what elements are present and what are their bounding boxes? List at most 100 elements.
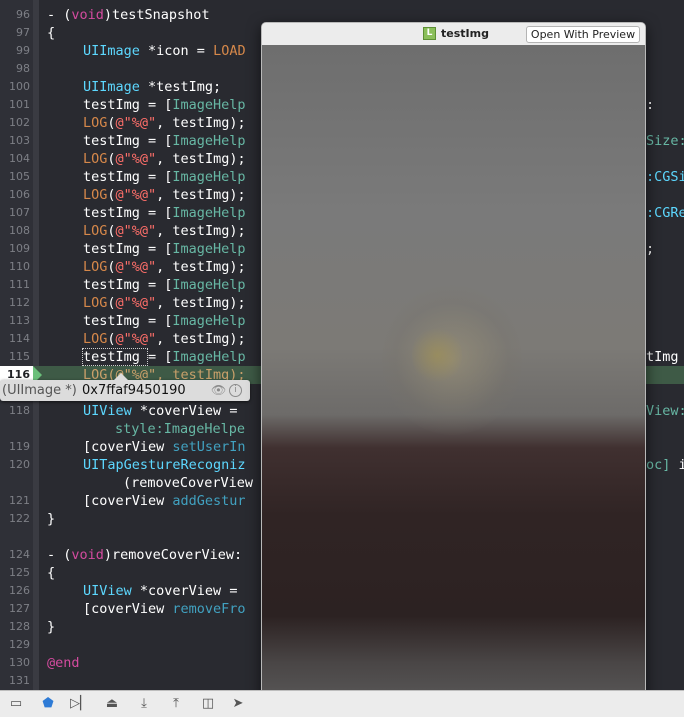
- quick-look-popover[interactable]: L testImg Open With Preview: [261, 22, 646, 716]
- macro-token: LOG: [83, 115, 108, 131]
- code-fragment: :CGSi: [646, 168, 684, 186]
- code-line-coverview-decl[interactable]: UIView *coverView =: [83, 402, 246, 420]
- quick-look-eye-icon[interactable]: 👁: [211, 380, 226, 401]
- code-line-log[interactable]: LOG(@"%@", testImg);: [83, 294, 246, 312]
- code-token: )testSnapshot: [103, 7, 210, 23]
- image-preview: [262, 45, 645, 715]
- code-token: testImg = [: [83, 169, 173, 185]
- debug-toolbar: ▭ ⬟ ▷▏ ⏏ ⤓ ⤒ ◫ ➤: [0, 690, 684, 717]
- code-line-gesture-decl[interactable]: UITapGestureRecogniz: [83, 456, 246, 474]
- code-line-assign[interactable]: testImg = [ImageHelp: [83, 168, 246, 186]
- hide-debug-area-icon[interactable]: ▭: [6, 694, 26, 714]
- code-line-removefrom[interactable]: [coverView removeFro: [83, 600, 246, 618]
- code-line-coverview-decl[interactable]: UIView *coverView =: [83, 582, 246, 600]
- code-line-assign[interactable]: testImg = [ImageHelp: [83, 240, 246, 258]
- step-over-icon[interactable]: ⏏: [102, 694, 122, 714]
- class-token: ImageHelp: [172, 241, 246, 257]
- code-fragment: View:: [646, 403, 684, 419]
- code-token: *coverView =: [131, 583, 246, 599]
- breakpoints-toggle-icon[interactable]: ⬟: [38, 694, 58, 714]
- code-token: - (: [47, 547, 72, 563]
- macro-token: LOG: [83, 223, 108, 239]
- gutter-ribbon: [33, 0, 39, 690]
- code-line-brace[interactable]: }: [47, 510, 55, 528]
- code-fragment: :: [646, 97, 655, 113]
- code-line-brace[interactable]: {: [47, 24, 55, 42]
- macro-token: LOG: [83, 151, 108, 167]
- macro-token: LOG: [83, 295, 108, 311]
- type-token: UIView: [83, 403, 132, 419]
- line-number: 122: [9, 512, 30, 525]
- line-number: 96: [16, 8, 30, 21]
- step-into-icon[interactable]: ⤓: [134, 694, 154, 714]
- code-line-selector-arg[interactable]: (removeCoverView: [123, 474, 253, 492]
- variable-datatip[interactable]: (UIImage *) 0x7ffaf9450190 👁 i: [0, 373, 250, 401]
- code-line-assign-hovered[interactable]: testImg = [ImageHelp: [83, 348, 246, 366]
- hovered-variable[interactable]: testImg: [83, 349, 140, 365]
- code-fragment: oc] i: [646, 456, 684, 474]
- code-line-assign[interactable]: testImg = [ImageHelp: [83, 312, 246, 330]
- line-number: 97: [16, 26, 30, 39]
- code-line-icon-decl[interactable]: UIImage *icon = LOAD: [83, 42, 246, 60]
- code-token: [coverView: [83, 439, 173, 455]
- info-icon[interactable]: i: [229, 384, 242, 397]
- line-number: 119: [9, 440, 30, 453]
- code-line-setuserin[interactable]: [coverView setUserIn: [83, 438, 246, 456]
- code-line-brace[interactable]: {: [47, 564, 55, 582]
- code-fragment-text: i: [678, 457, 684, 473]
- string-token: @"%@": [115, 331, 157, 347]
- string-token: @"%@": [115, 295, 157, 311]
- line-number: 101: [9, 98, 30, 111]
- code-line-assign[interactable]: testImg = [ImageHelp: [83, 204, 246, 222]
- code-line-end[interactable]: @end: [47, 654, 80, 672]
- code-line-log[interactable]: LOG(@"%@", testImg);: [83, 114, 246, 132]
- code-token: (: [107, 115, 116, 131]
- continue-icon[interactable]: ▷▏: [70, 694, 90, 714]
- code-line-addgesture[interactable]: [coverView addGestur: [83, 492, 246, 510]
- line-number: 118: [9, 404, 30, 417]
- code-token: [coverView: [83, 601, 173, 617]
- view-hierarchy-icon[interactable]: ◫: [198, 694, 218, 714]
- code-token: (: [107, 151, 116, 167]
- code-line-assign[interactable]: testImg = [ImageHelp: [83, 96, 246, 114]
- code-token: , testImg);: [156, 115, 246, 131]
- code-line-method-decl[interactable]: - (void)removeCoverView:: [47, 546, 242, 564]
- code-fragment: tImg: [646, 349, 679, 365]
- code-line-brace[interactable]: }: [47, 618, 55, 636]
- code-line-assign[interactable]: testImg = [ImageHelp: [83, 276, 246, 294]
- line-number: 129: [9, 638, 30, 651]
- code-line-testimg-decl[interactable]: UIImage *testImg;: [83, 78, 221, 96]
- macro-token: LOG: [83, 187, 108, 203]
- line-number: 126: [9, 584, 30, 597]
- code-token: testImg = [: [83, 97, 173, 113]
- code-token: testImg = [: [83, 277, 173, 293]
- line-number: 106: [9, 188, 30, 201]
- line-number: 98: [16, 62, 30, 75]
- code-token: = [: [139, 349, 173, 365]
- open-with-preview-button[interactable]: Open With Preview: [526, 26, 640, 43]
- code-line-log[interactable]: LOG(@"%@", testImg);: [83, 186, 246, 204]
- code-line-log[interactable]: LOG(@"%@", testImg);: [83, 150, 246, 168]
- macro-token: LOG: [83, 259, 108, 275]
- code-token: , testImg);: [156, 187, 246, 203]
- step-out-icon[interactable]: ⤒: [166, 694, 186, 714]
- line-number: 103: [9, 134, 30, 147]
- line-number: 130: [9, 656, 30, 669]
- line-number: 108: [9, 224, 30, 237]
- line-number: 102: [9, 116, 30, 129]
- code-line-log[interactable]: LOG(@"%@", testImg);: [83, 330, 246, 348]
- code-line-assign[interactable]: testImg = [ImageHelp: [83, 132, 246, 150]
- line-number: 124: [9, 548, 30, 561]
- simulate-location-icon[interactable]: ➤: [228, 694, 248, 714]
- code-line-style-arg[interactable]: style:ImageHelpe: [115, 420, 245, 438]
- line-number: 114: [9, 332, 30, 345]
- code-line-log[interactable]: LOG(@"%@", testImg);: [83, 258, 246, 276]
- datatip-value[interactable]: 0x7ffaf9450190: [82, 380, 186, 401]
- quick-look-title: testImg: [441, 27, 489, 40]
- code-token: , testImg);: [156, 295, 246, 311]
- code-token: (: [107, 223, 116, 239]
- code-line-log[interactable]: LOG(@"%@", testImg);: [83, 222, 246, 240]
- code-line-method-decl[interactable]: - (void)testSnapshot: [47, 6, 210, 24]
- code-token: *testImg;: [139, 79, 222, 95]
- code-fragment: :CGRe: [646, 205, 684, 221]
